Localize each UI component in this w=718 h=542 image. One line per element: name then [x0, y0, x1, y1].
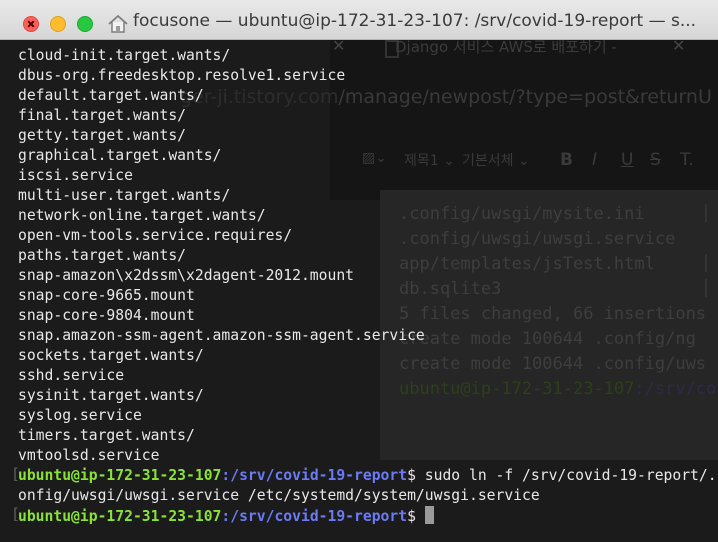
- home-icon: [108, 14, 128, 33]
- terminal-line: snap-core-9804.mount: [18, 307, 195, 324]
- terminal-line: timers.target.wants/: [18, 427, 195, 444]
- prompt-path: :/srv/covid-19-report: [221, 508, 408, 525]
- terminal-line: snap-core-9665.mount: [18, 287, 195, 304]
- terminal-line: iscsi.service: [18, 167, 133, 184]
- terminal-line: getty.target.wants/: [18, 127, 187, 144]
- terminal-line: cloud-init.target.wants/: [18, 47, 231, 64]
- terminal-line: sysinit.target.wants/: [18, 387, 204, 404]
- terminal-line: final.target.wants/: [18, 107, 187, 124]
- prompt-path: :/srv/covid-19-report: [221, 467, 408, 484]
- title-bar[interactable]: focusone — ubuntu@ip-172-31-23-107: /srv…: [0, 0, 718, 40]
- prompt-user: ubuntu@ip-172-31-23-107: [18, 467, 222, 484]
- terminal-window: ✕ Django 서비스 AWS로 배포하기 - ✕ ger-ji.tistor…: [0, 0, 718, 542]
- window-title: focusone — ubuntu@ip-172-31-23-107: /srv…: [133, 11, 697, 31]
- terminal-line: network-online.target.wants/: [18, 207, 266, 224]
- terminal-line: vmtoolsd.service: [18, 447, 160, 464]
- terminal-line: sshd.service: [18, 367, 125, 384]
- terminal-line: syslog.service: [18, 407, 142, 424]
- line-marker: [: [11, 506, 20, 523]
- zoom-window-icon[interactable]: [77, 16, 93, 32]
- terminal-line: default.target.wants/: [18, 87, 204, 104]
- prompt-user: ubuntu@ip-172-31-23-107: [18, 508, 222, 525]
- text-cursor: [424, 506, 434, 524]
- terminal-line: open-vm-tools.service.requires/: [18, 227, 293, 244]
- prompt-symbol: $: [407, 467, 416, 484]
- terminal-line: multi-user.target.wants/: [18, 187, 231, 204]
- terminal-line: sockets.target.wants/: [18, 347, 204, 364]
- command-line-wrap: onfig/uwsgi/uwsgi.service /etc/systemd/s…: [18, 487, 540, 504]
- prompt-symbol: $: [407, 508, 416, 525]
- line-marker: [: [11, 466, 20, 483]
- active-prompt-line[interactable]: ubuntu@ip-172-31-23-107:/srv/covid-19-re…: [18, 506, 718, 526]
- minimize-window-icon[interactable]: [50, 16, 66, 32]
- command-text: sudo ln -f /srv/covid-19-report/.c: [415, 467, 718, 484]
- terminal-line: graphical.target.wants/: [18, 147, 222, 164]
- terminal-output[interactable]: cloud-init.target.wants/ dbus-org.freede…: [18, 46, 718, 526]
- terminal-line: paths.target.wants/: [18, 247, 187, 264]
- terminal-line: dbus-org.freedesktop.resolve1.service: [18, 67, 346, 84]
- close-window-icon[interactable]: [23, 16, 39, 32]
- command-line: ubuntu@ip-172-31-23-107:/srv/covid-19-re…: [18, 466, 718, 486]
- terminal-line: snap-amazon\x2dssm\x2dagent-2012.mount: [18, 267, 355, 284]
- terminal-line: snap.amazon-ssm-agent.amazon-ssm-agent.s…: [18, 327, 425, 344]
